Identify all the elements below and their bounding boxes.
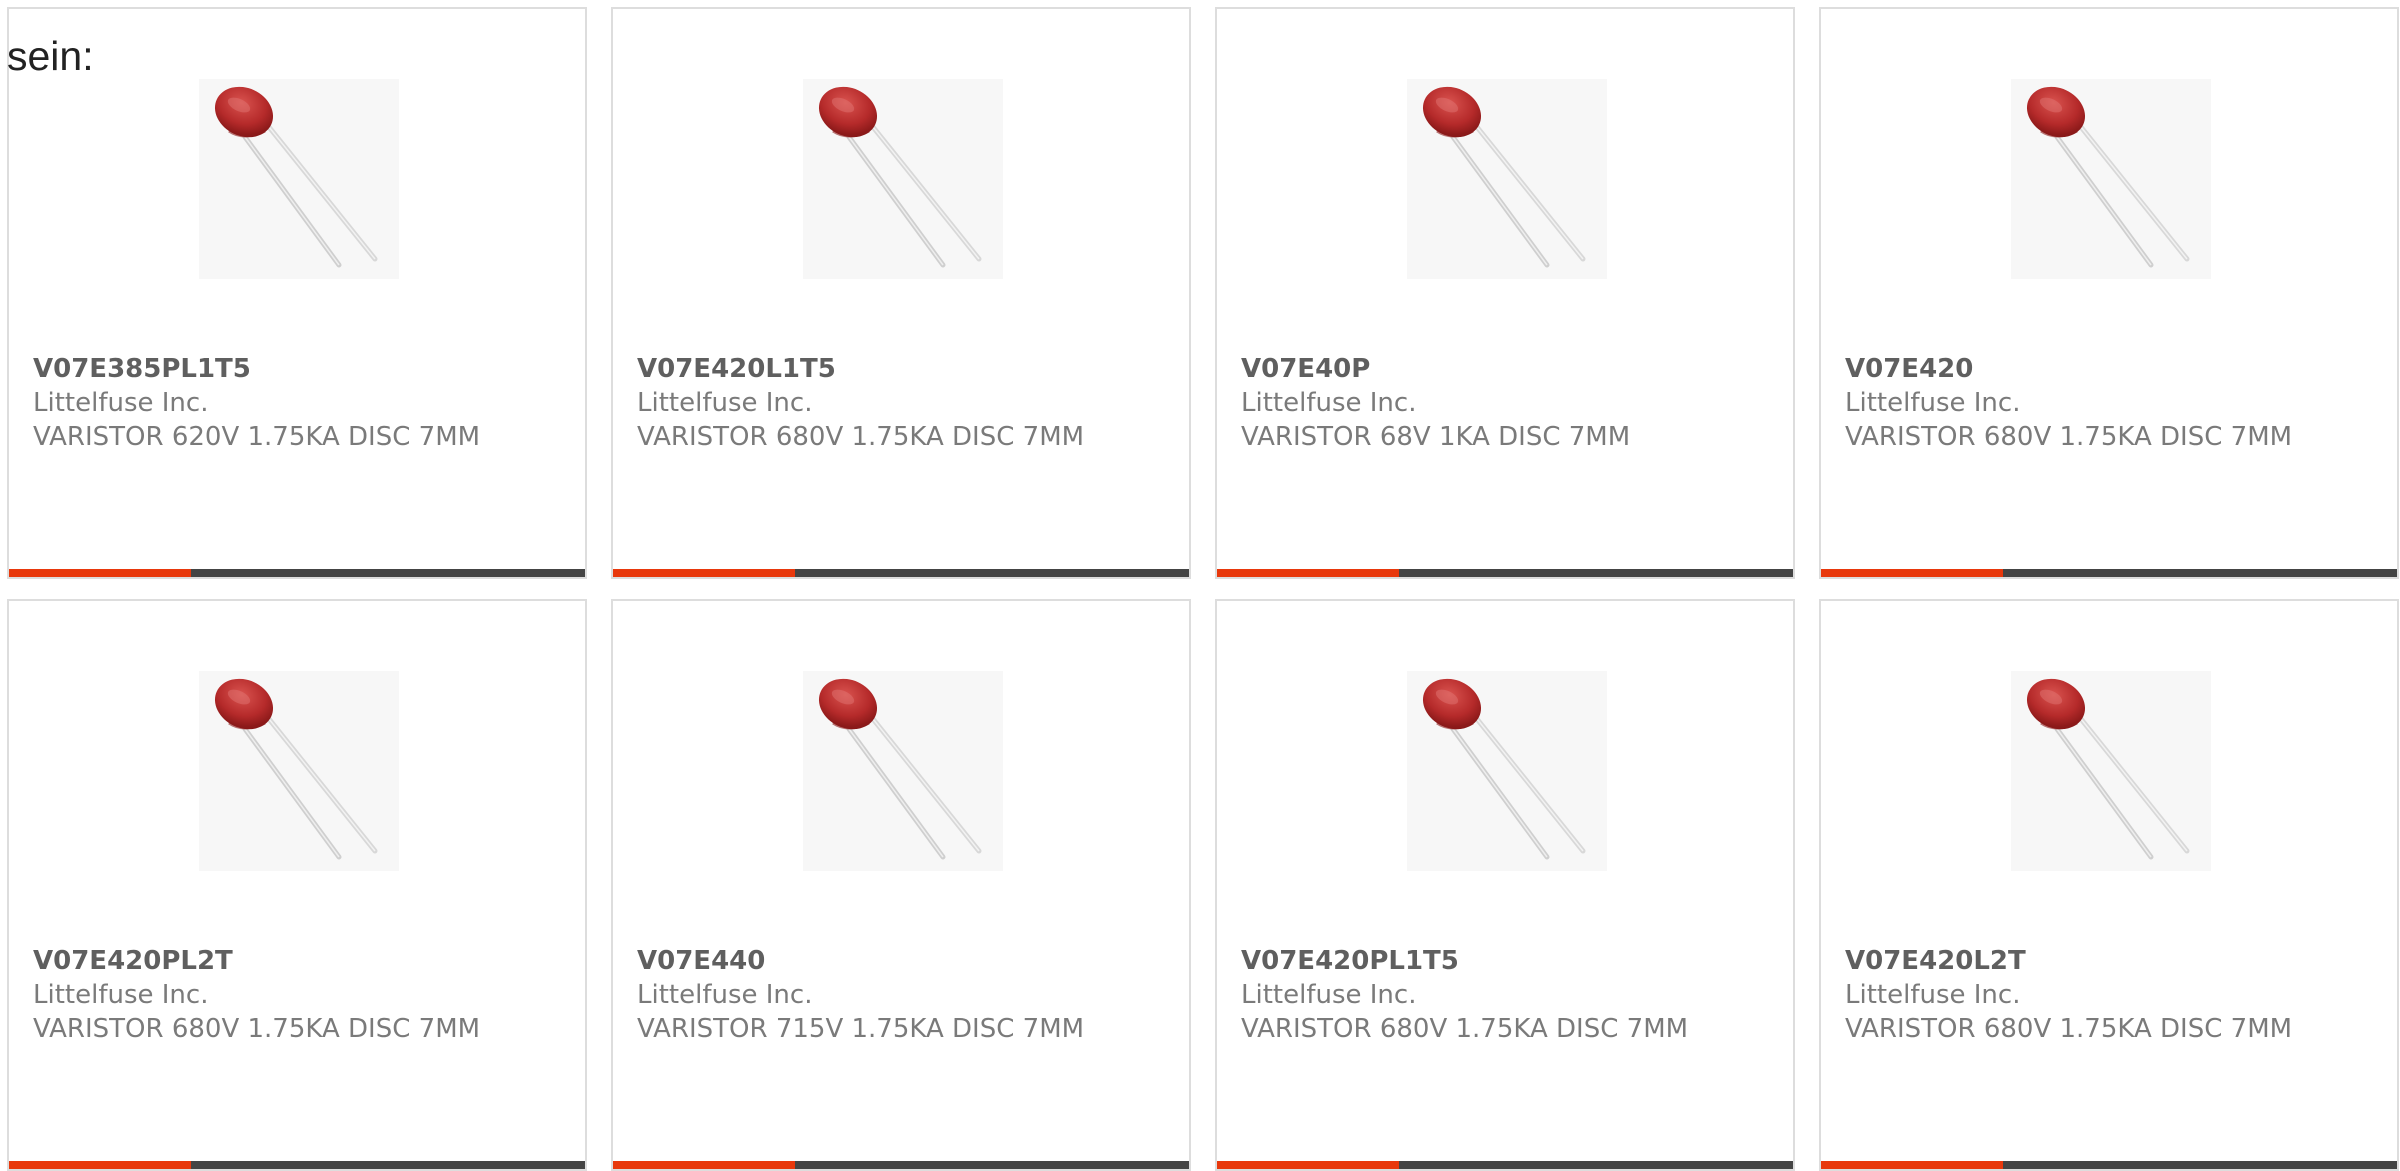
product-part-number[interactable]: V07E385PL1T5 — [33, 352, 533, 386]
varistor-image[interactable] — [1407, 79, 1607, 279]
product-manufacturer: Littelfuse Inc. — [33, 980, 209, 1010]
varistor-image[interactable] — [199, 671, 399, 871]
product-manufacturer: Littelfuse Inc. — [1845, 388, 2021, 418]
card-progress-accent — [1821, 569, 2003, 577]
product-info: V07E420L1T5 Littelfuse Inc. VARISTOR 680… — [637, 352, 1137, 454]
product-part-number[interactable]: V07E420PL1T5 — [1241, 944, 1741, 978]
intro-text: sein: — [7, 33, 94, 79]
product-manufacturer: Littelfuse Inc. — [33, 388, 209, 418]
varistor-image[interactable] — [1407, 671, 1607, 871]
product-card[interactable]: V07E420L2T Littelfuse Inc. VARISTOR 680V… — [1819, 599, 2399, 1171]
product-card[interactable]: V07E420L1T5 Littelfuse Inc. VARISTOR 680… — [611, 7, 1191, 579]
varistor-image[interactable] — [803, 79, 1003, 279]
product-info: V07E420 Littelfuse Inc. VARISTOR 680V 1.… — [1845, 352, 2345, 454]
card-progress-bar — [1821, 1161, 2397, 1169]
product-manufacturer: Littelfuse Inc. — [637, 388, 813, 418]
card-progress-accent — [1217, 569, 1399, 577]
product-description: VARISTOR 680V 1.75KA DISC 7MM — [33, 1014, 481, 1044]
product-description: VARISTOR 680V 1.75KA DISC 7MM — [637, 422, 1085, 452]
product-manufacturer: Littelfuse Inc. — [1241, 388, 1417, 418]
product-manufacturer: Littelfuse Inc. — [637, 980, 813, 1010]
product-part-number[interactable]: V07E420L1T5 — [637, 352, 1137, 386]
card-progress-bar — [613, 1161, 1189, 1169]
card-progress-bar — [1217, 569, 1793, 577]
product-card[interactable]: V07E420PL1T5 Littelfuse Inc. VARISTOR 68… — [1215, 599, 1795, 1171]
card-progress-bar — [9, 1161, 585, 1169]
product-part-number[interactable]: V07E420L2T — [1845, 944, 2345, 978]
varistor-image[interactable] — [803, 671, 1003, 871]
product-description: VARISTOR 715V 1.75KA DISC 7MM — [637, 1014, 1085, 1044]
product-info: V07E420PL1T5 Littelfuse Inc. VARISTOR 68… — [1241, 944, 1741, 1046]
card-progress-accent — [9, 1161, 191, 1169]
product-info: V07E40P Littelfuse Inc. VARISTOR 68V 1KA… — [1241, 352, 1741, 454]
product-description: VARISTOR 680V 1.75KA DISC 7MM — [1845, 422, 2293, 452]
card-progress-accent — [613, 569, 795, 577]
product-info: V07E420L2T Littelfuse Inc. VARISTOR 680V… — [1845, 944, 2345, 1046]
card-progress-bar — [9, 569, 585, 577]
card-progress-accent — [1217, 1161, 1399, 1169]
card-progress-accent — [9, 569, 191, 577]
product-card[interactable]: V07E385PL1T5 Littelfuse Inc. VARISTOR 62… — [7, 7, 587, 579]
varistor-image[interactable] — [2011, 671, 2211, 871]
product-info: V07E440 Littelfuse Inc. VARISTOR 715V 1.… — [637, 944, 1137, 1046]
product-card[interactable]: V07E420PL2T Littelfuse Inc. VARISTOR 680… — [7, 599, 587, 1171]
product-description: VARISTOR 620V 1.75KA DISC 7MM — [33, 422, 481, 452]
product-description: VARISTOR 680V 1.75KA DISC 7MM — [1241, 1014, 1689, 1044]
card-progress-bar — [1821, 569, 2397, 577]
product-grid: V07E385PL1T5 Littelfuse Inc. VARISTOR 62… — [7, 7, 2400, 1171]
product-card[interactable]: V07E40P Littelfuse Inc. VARISTOR 68V 1KA… — [1215, 7, 1795, 579]
product-part-number[interactable]: V07E440 — [637, 944, 1137, 978]
product-part-number[interactable]: V07E420 — [1845, 352, 2345, 386]
product-description: VARISTOR 680V 1.75KA DISC 7MM — [1845, 1014, 2293, 1044]
card-progress-accent — [613, 1161, 795, 1169]
card-progress-bar — [613, 569, 1189, 577]
product-description: VARISTOR 68V 1KA DISC 7MM — [1241, 422, 1631, 452]
product-info: V07E420PL2T Littelfuse Inc. VARISTOR 680… — [33, 944, 533, 1046]
product-part-number[interactable]: V07E420PL2T — [33, 944, 533, 978]
product-card[interactable]: V07E440 Littelfuse Inc. VARISTOR 715V 1.… — [611, 599, 1191, 1171]
product-part-number[interactable]: V07E40P — [1241, 352, 1741, 386]
card-progress-bar — [1217, 1161, 1793, 1169]
card-progress-accent — [1821, 1161, 2003, 1169]
varistor-image[interactable] — [199, 79, 399, 279]
varistor-image[interactable] — [2011, 79, 2211, 279]
product-manufacturer: Littelfuse Inc. — [1241, 980, 1417, 1010]
product-manufacturer: Littelfuse Inc. — [1845, 980, 2021, 1010]
product-card[interactable]: V07E420 Littelfuse Inc. VARISTOR 680V 1.… — [1819, 7, 2399, 579]
product-info: V07E385PL1T5 Littelfuse Inc. VARISTOR 62… — [33, 352, 533, 454]
